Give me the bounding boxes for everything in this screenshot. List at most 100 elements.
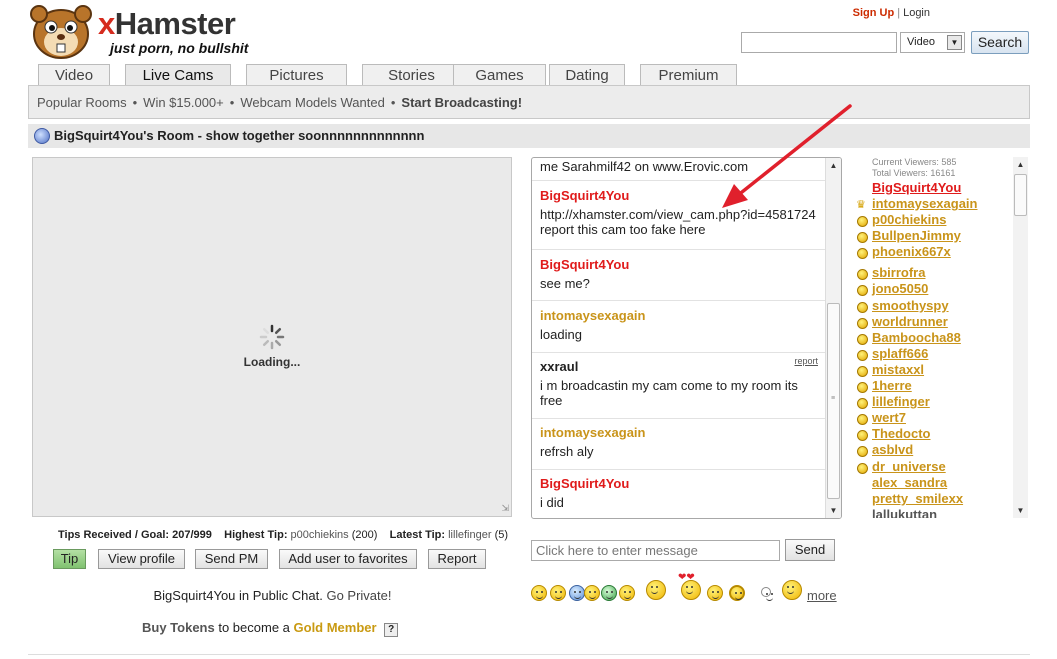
chat-message-text: http://xhamster.com/view_cam.php?id=4581… bbox=[540, 207, 816, 237]
scroll-down-icon[interactable]: ▼ bbox=[826, 503, 841, 518]
tokens-middle-text: to become a bbox=[218, 620, 290, 635]
chat-message: xxraul report i m broadcastin my cam com… bbox=[532, 354, 826, 419]
search-category-select[interactable]: Video ▼ bbox=[900, 32, 965, 53]
chevron-down-icon[interactable]: ▼ bbox=[947, 35, 962, 50]
viewer-link[interactable]: mistaxxl bbox=[872, 362, 924, 377]
smile-emoticon-icon[interactable] bbox=[550, 585, 566, 601]
cool-emoticon-icon[interactable] bbox=[569, 585, 585, 601]
viewer-link[interactable]: phoenix667x bbox=[872, 244, 951, 259]
wave-emoticon-icon[interactable] bbox=[782, 580, 802, 600]
chat-scroll-thumb[interactable]: ≡ bbox=[827, 303, 840, 499]
chat-report-link[interactable]: report bbox=[794, 356, 818, 366]
happy-emoticon-icon[interactable] bbox=[619, 585, 635, 601]
viewer-list-scrollbar[interactable]: ▲ ▼ bbox=[1013, 157, 1028, 518]
viewer-smiley-icon bbox=[857, 302, 868, 313]
scroll-down-icon[interactable]: ▼ bbox=[1013, 503, 1028, 518]
chat-message-user[interactable]: xxraul bbox=[540, 359, 818, 374]
grin-emoticon-icon[interactable] bbox=[531, 585, 547, 601]
viewer-smiley-icon bbox=[857, 232, 868, 243]
viewer-link[interactable]: jono5050 bbox=[872, 281, 928, 296]
viewer-smiley-icon bbox=[857, 414, 868, 425]
latest-tip-label: Latest Tip: bbox=[389, 529, 446, 541]
viewer-link[interactable]: BullpenJimmy bbox=[872, 228, 961, 243]
chat-scrollbar[interactable]: ▲ ≡ ▼ bbox=[825, 158, 841, 518]
viewer-link[interactable]: alex_sandra bbox=[872, 475, 947, 490]
latest-tip-user-link[interactable]: lillefinger bbox=[448, 529, 491, 541]
search-button[interactable]: Search bbox=[971, 31, 1029, 54]
party-emoticon-icon[interactable] bbox=[646, 580, 666, 600]
subnav-webcam-models-wanted[interactable]: Webcam Models Wanted bbox=[240, 95, 385, 110]
tab-live-cams[interactable]: Live Cams bbox=[125, 64, 231, 87]
subnav-separator: • bbox=[390, 95, 396, 110]
viewer-link[interactable]: splaff666 bbox=[872, 346, 928, 361]
viewer-link[interactable]: asblvd bbox=[872, 442, 913, 457]
viewer-link[interactable]: p00chiekins bbox=[872, 212, 946, 227]
globe-emoticon-icon[interactable] bbox=[601, 585, 617, 601]
tab-premium[interactable]: Premium bbox=[640, 64, 737, 86]
chat-message-user[interactable]: intomaysexagain bbox=[540, 425, 818, 440]
dizzy-emoticon-icon[interactable] bbox=[729, 585, 745, 601]
tip-button[interactable]: Tip bbox=[53, 549, 86, 569]
send-pm-button[interactable]: Send PM bbox=[195, 549, 268, 569]
tab-dating[interactable]: Dating bbox=[549, 64, 625, 86]
help-icon[interactable]: ? bbox=[384, 623, 399, 637]
viewer-smiley-icon bbox=[857, 398, 868, 409]
subnav-popular-rooms[interactable]: Popular Rooms bbox=[37, 95, 127, 110]
viewer-link[interactable]: BigSquirt4You bbox=[872, 180, 961, 195]
subnav-start-broadcasting[interactable]: Start Broadcasting! bbox=[401, 95, 522, 110]
sign-up-link[interactable]: Sign Up bbox=[853, 7, 895, 19]
add-to-favorites-button[interactable]: Add user to favorites bbox=[279, 549, 417, 569]
chat-message-user[interactable]: BigSquirt4You bbox=[540, 257, 818, 272]
tab-stories[interactable]: Stories bbox=[362, 64, 461, 86]
viewer-link[interactable]: lillefinger bbox=[872, 394, 930, 409]
love-emoticon-icon[interactable] bbox=[681, 580, 701, 600]
resize-grip-icon[interactable]: ⇲ bbox=[501, 503, 509, 514]
viewer-smiley-icon bbox=[857, 248, 868, 259]
tab-video[interactable]: Video bbox=[38, 64, 110, 86]
view-profile-button[interactable]: View profile bbox=[98, 549, 185, 569]
buy-tokens-link[interactable]: Buy Tokens bbox=[142, 620, 215, 635]
search-category-value: Video bbox=[907, 36, 935, 48]
viewer-link[interactable]: Bamboocha88 bbox=[872, 330, 961, 345]
chat-message: BigSquirt4You i did bbox=[532, 471, 826, 518]
chat-message-input[interactable]: Click here to enter message bbox=[531, 540, 780, 561]
search-input[interactable] bbox=[741, 32, 897, 53]
tab-pictures[interactable]: Pictures bbox=[246, 64, 347, 86]
viewer-smiley-icon bbox=[857, 318, 868, 329]
subnav-win[interactable]: Win $15.000+ bbox=[143, 95, 224, 110]
chat-message-user[interactable]: BigSquirt4You bbox=[540, 476, 818, 491]
current-viewers-count: Current Viewers: 585 bbox=[872, 157, 957, 167]
viewer-link[interactable]: sbirrofra bbox=[872, 265, 925, 280]
chat-panel[interactable]: me Sarahmilf42 on www.Erovic.com BigSqui… bbox=[531, 157, 842, 519]
viewer-link[interactable]: pretty_smilexx bbox=[872, 491, 963, 506]
login-link[interactable]: Login bbox=[903, 7, 930, 19]
viewer-smiley-icon bbox=[857, 382, 868, 393]
viewer-link[interactable]: dr_universe bbox=[872, 459, 946, 474]
scroll-up-icon[interactable]: ▲ bbox=[1013, 157, 1028, 172]
video-player[interactable]: Loading... ⇲ bbox=[32, 157, 512, 517]
thumbs-up-emoticon-icon[interactable] bbox=[584, 585, 600, 601]
waving-emoticon-icon[interactable] bbox=[761, 587, 773, 601]
go-private-link[interactable]: Go Private! bbox=[326, 588, 391, 603]
report-button[interactable]: Report bbox=[428, 549, 486, 569]
viewer-scroll-thumb[interactable] bbox=[1014, 174, 1027, 216]
viewer-smiley-icon bbox=[857, 269, 868, 280]
viewer-smiley-icon bbox=[857, 285, 868, 296]
chat-message-user[interactable]: intomaysexagain bbox=[540, 308, 818, 323]
kiss-emoticon-icon[interactable] bbox=[707, 585, 723, 601]
viewer-link[interactable]: wert7 bbox=[872, 410, 906, 425]
more-emoticons-link[interactable]: more bbox=[807, 588, 837, 603]
logo-tagline: just porn, no bullshit bbox=[110, 40, 249, 56]
tab-games[interactable]: Games bbox=[453, 64, 546, 86]
viewer-smiley-icon bbox=[857, 446, 868, 457]
viewer-link[interactable]: Thedocto bbox=[872, 426, 931, 441]
chat-message-text: i m broadcastin my cam come to my room i… bbox=[540, 378, 798, 408]
viewer-link[interactable]: 1herre bbox=[872, 378, 912, 393]
send-button[interactable]: Send bbox=[785, 539, 835, 561]
viewer-link[interactable]: intomaysexagain bbox=[872, 196, 978, 211]
viewer-link[interactable]: smoothyspy bbox=[872, 298, 949, 313]
highest-tip-user-link[interactable]: p00chiekins bbox=[291, 529, 349, 541]
logo[interactable]: xHamster just porn, no bullshit bbox=[30, 2, 260, 60]
viewer-link[interactable]: lallukuttan bbox=[872, 507, 937, 518]
viewer-link[interactable]: worldrunner bbox=[872, 314, 948, 329]
